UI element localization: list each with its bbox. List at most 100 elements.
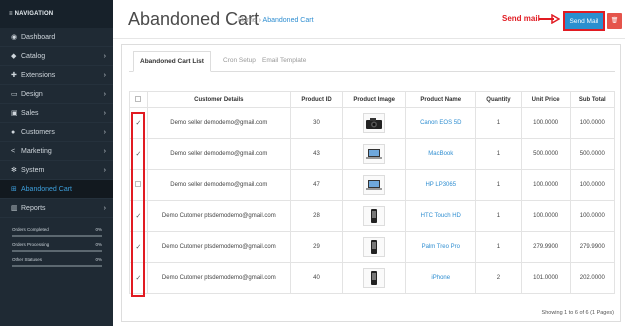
product-name-link[interactable]: MacBook [405, 138, 477, 170]
order-stats: Orders Completed 0% Orders Processing 0% Oth… [12, 226, 102, 271]
product-image-cell [342, 231, 407, 263]
quantity-cell: 1 [475, 231, 522, 263]
phone-icon [363, 267, 386, 288]
sidebar-item-marketing[interactable]: < Marketing › [0, 142, 113, 161]
sidebar-item-label: Sales [21, 110, 39, 117]
quantity-cell: 1 [475, 138, 522, 170]
stat-label: Orders Processing [12, 242, 50, 247]
stat-label: Other Statuses [12, 257, 43, 262]
product-id-cell: 28 [289, 200, 344, 232]
product-id-cell: 30 [289, 107, 344, 139]
unit-price-cell: 279.9900 [520, 231, 571, 263]
send-mail-button[interactable]: Send Mail [563, 11, 605, 31]
tab-bar: Abandoned Cart List Cron Setup Email Tem… [129, 51, 615, 72]
gear-icon: ✻ [11, 167, 17, 174]
chevron-right-icon: › [103, 91, 106, 98]
breadcrumb: Home › Abandoned Cart [238, 17, 314, 24]
monitor-icon: ▭ [11, 91, 18, 98]
table-header-row: Customer Details Product ID Product Imag… [129, 91, 616, 108]
product-image-cell [342, 200, 407, 232]
pagination-info: Showing 1 to 6 of 6 (1 Pages) [541, 310, 614, 316]
product-name-link[interactable]: Canon EOS 5D [405, 107, 477, 139]
arrow-right-icon [539, 14, 560, 24]
product-image-cell [342, 138, 407, 170]
sub-total-cell: 100.0000 [569, 107, 616, 139]
bar-chart-icon: ▥ [11, 205, 18, 212]
quantity-cell: 1 [475, 107, 522, 139]
sub-total-cell: 202.0000 [569, 262, 616, 294]
chevron-right-icon: › [103, 72, 106, 79]
select-all-header[interactable] [129, 91, 148, 108]
tab-email-template[interactable]: Email Template [262, 51, 306, 72]
stat-value: 0% [95, 257, 102, 262]
laptop-icon [363, 174, 386, 195]
sidebar-item-abandoned-cart[interactable]: ⊞ Abandoned Cart [0, 180, 113, 199]
column-header: Quantity [475, 91, 522, 108]
sidebar-item-customers[interactable]: ● Customers › [0, 123, 113, 142]
stat-item: Orders Completed 0% [12, 226, 102, 237]
sidebar-item-catalog[interactable]: ◆ Catalog › [0, 47, 113, 66]
breadcrumb-home[interactable]: Home [238, 17, 257, 24]
column-header: Customer Details [146, 91, 291, 108]
stat-value: 0% [95, 227, 102, 232]
stat-item: Other Statuses 0% [12, 256, 102, 267]
sub-total-cell: 279.9900 [569, 231, 616, 263]
product-name-link[interactable]: iPhone [405, 262, 477, 294]
product-id-cell: 47 [289, 169, 344, 201]
sidebar-item-system[interactable]: ✻ System › [0, 161, 113, 180]
chevron-right-icon: › [103, 167, 106, 174]
camera-icon [363, 112, 386, 133]
customer-details-cell: Demo Cutomer ptsdemodemo@gmail.com [146, 231, 291, 263]
chevron-right-icon: › [103, 129, 106, 136]
sidebar-item-design[interactable]: ▭ Design › [0, 85, 113, 104]
unit-price-cell: 500.0000 [520, 138, 571, 170]
column-header: Unit Price [520, 91, 571, 108]
sidebar-item-extensions[interactable]: ✚ Extensions › [0, 66, 113, 85]
product-image-cell [342, 262, 407, 294]
product-name-link[interactable]: HTC Touch HD [405, 200, 477, 232]
product-id-cell: 43 [289, 138, 344, 170]
chevron-right-icon: › [103, 205, 106, 212]
sub-total-cell: 500.0000 [569, 138, 616, 170]
stat-progress-bar [12, 235, 102, 237]
stat-value: 0% [95, 242, 102, 247]
sidebar-item-label: Customers [21, 129, 55, 136]
phone-icon [363, 205, 386, 226]
cart-icon: ⊞ [11, 186, 17, 193]
table-row: Demo seller demodemo@gmail.com 47 HP LP306… [129, 169, 616, 201]
table-row: ✓ Demo Cutomer ptsdemodemo@gmail.com 40 iPh… [129, 262, 616, 294]
tab-cron-setup[interactable]: Cron Setup [223, 51, 256, 72]
breadcrumb-current[interactable]: Abandoned Cart [263, 17, 314, 24]
product-name-link[interactable]: Palm Treo Pro [405, 231, 477, 263]
checkbox-highlight-box [131, 112, 145, 297]
tag-icon: ◆ [11, 53, 17, 60]
sub-total-cell: 100.0000 [569, 200, 616, 232]
column-header: Product Name [405, 91, 477, 108]
product-name-link[interactable]: HP LP3065 [405, 169, 477, 201]
sidebar-item-label: Marketing [21, 148, 52, 155]
tab-abandoned-cart-list[interactable]: Abandoned Cart List [133, 51, 211, 72]
quantity-cell: 1 [475, 169, 522, 201]
product-image-cell [342, 107, 407, 139]
sidebar-item-label: Reports [21, 205, 46, 212]
sidebar-item-label: System [21, 167, 45, 174]
phone-icon [363, 236, 386, 257]
stat-progress-bar [12, 250, 102, 252]
select-all-checkbox[interactable] [135, 95, 142, 102]
stat-progress-bar [12, 265, 102, 267]
quantity-cell: 1 [475, 200, 522, 232]
nav-list: ◉ Dashboard ◆ Catalog › ✚ Extensions › ▭ Design › ▣… [0, 28, 113, 218]
sidebar-item-label: Extensions [21, 72, 56, 79]
stat-label: Orders Completed [12, 227, 49, 232]
sidebar-item-sales[interactable]: ▣ Sales › [0, 104, 113, 123]
header-divider [113, 38, 625, 39]
unit-price-cell: 100.0000 [520, 169, 571, 201]
sidebar-item-dashboard[interactable]: ◉ Dashboard [0, 28, 113, 47]
delete-button[interactable]: 🗑 [607, 13, 622, 29]
laptop-icon [363, 143, 386, 164]
column-header: Product ID [289, 91, 344, 108]
sidebar-item-reports[interactable]: ▥ Reports › [0, 199, 113, 218]
unit-price-cell: 100.0000 [520, 200, 571, 232]
sidebar-item-label: Design [21, 91, 43, 98]
unit-price-cell: 100.0000 [520, 107, 571, 139]
